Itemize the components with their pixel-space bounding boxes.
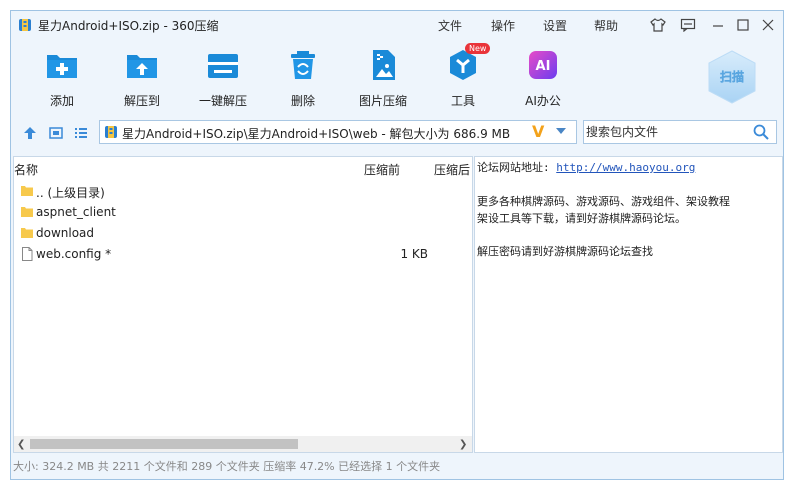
search-icon[interactable]	[753, 124, 769, 140]
status-bar: 大小: 324.2 MB 共 2211 个文件和 289 个文件夹 压缩率 47…	[13, 460, 441, 473]
up-level-button[interactable]	[22, 125, 38, 141]
file-list-pane: 名称 压缩前 压缩后 .. (上级目录) aspnet_client downl…	[13, 156, 473, 453]
search-input[interactable]	[586, 123, 746, 141]
scroll-left-icon[interactable]: ❮	[17, 439, 25, 450]
folder-icon	[21, 207, 33, 217]
image-compress-label: 图片压缩	[358, 94, 407, 108]
row-name: .. (上级目录)	[36, 186, 105, 200]
row-name: download	[36, 226, 95, 240]
table-row[interactable]: aspnet_client	[14, 202, 472, 223]
new-badge: New	[465, 43, 491, 54]
menu-file[interactable]: 文件	[438, 17, 462, 34]
close-button[interactable]	[759, 16, 777, 34]
extract-to-button[interactable]: 解压到	[110, 47, 174, 109]
add-button[interactable]: 添加	[30, 47, 94, 109]
thumbnail-view-icon	[49, 127, 63, 139]
message-icon	[680, 18, 696, 32]
image-compress-button[interactable]: 图片压缩	[351, 47, 415, 109]
folder-icon	[21, 186, 33, 196]
scan-shield-icon: 扫描	[708, 50, 756, 104]
title-bar: 星力Android+ISO.zip - 360压缩 文件 操作 设置 帮助	[11, 11, 783, 39]
address-path: 星力Android+ISO.zip\星力Android+ISO\web - 解包…	[122, 127, 511, 141]
shirt-icon	[650, 18, 666, 32]
horizontal-scrollbar[interactable]: ❮ ❯	[14, 436, 472, 452]
scan-label: 扫描	[720, 69, 744, 84]
forum-address-line: 论坛网站地址: http://www.haoyou.org	[477, 159, 695, 175]
delete-label: 删除	[290, 94, 315, 108]
menu-help[interactable]: 帮助	[594, 17, 618, 34]
table-row[interactable]: web.config * 1 KB	[14, 244, 472, 265]
tools-button[interactable]: New 工具	[431, 43, 495, 109]
column-compressed-size[interactable]: 压缩后	[434, 161, 470, 178]
archive-icon	[105, 126, 117, 138]
comment-line: 架设工具等下载，请到好游棋牌源码论坛。	[477, 212, 686, 225]
scan-button[interactable]: 扫描	[706, 49, 758, 105]
list-view-button[interactable]	[73, 125, 89, 141]
list-view-icon	[75, 128, 87, 138]
one-click-extract-button[interactable]: 一键解压	[191, 47, 255, 109]
feedback-button[interactable]	[679, 16, 697, 34]
ai-office-button[interactable]: AI AI办公	[511, 47, 575, 109]
row-size: 1 KB	[400, 247, 428, 261]
maximize-button[interactable]	[734, 16, 752, 34]
minimize-icon	[713, 25, 723, 27]
delete-button[interactable]: 删除	[271, 47, 335, 109]
column-name[interactable]: 名称	[14, 161, 38, 178]
file-icon	[22, 247, 33, 261]
one-click-extract-icon	[208, 54, 238, 78]
comment-pane: 论坛网站地址: http://www.haoyou.org 更多各种棋牌源码、游…	[474, 156, 783, 453]
ai-icon-text: AI	[536, 59, 551, 74]
extract-to-icon	[127, 55, 157, 78]
close-icon	[762, 19, 774, 31]
comment-line: 更多各种棋牌源码、游戏源码、游戏组件、架设教程	[477, 195, 730, 208]
menu-operation[interactable]: 操作	[491, 17, 515, 34]
table-row[interactable]: download	[14, 223, 472, 244]
ai-office-label: AI办公	[525, 94, 561, 108]
comment-line: 解压密码请到好游棋牌源码论坛查找	[477, 245, 653, 258]
window-title: 星力Android+ISO.zip - 360压缩	[38, 19, 219, 33]
delete-icon	[291, 51, 315, 79]
extract-to-label: 解压到	[123, 94, 160, 108]
table-row[interactable]: .. (上级目录)	[14, 181, 472, 202]
column-original-size[interactable]: 压缩前	[364, 161, 400, 178]
forum-link[interactable]: http://www.haoyou.org	[556, 161, 695, 174]
tools-label: 工具	[450, 94, 475, 108]
ai-office-icon: AI	[529, 51, 557, 79]
address-dropdown-icon[interactable]	[556, 128, 566, 134]
app-window: 星力Android+ISO.zip - 360压缩 文件 操作 设置 帮助 添加…	[10, 10, 784, 480]
thumbnail-view-button[interactable]	[48, 125, 64, 141]
image-compress-icon	[373, 50, 395, 80]
search-box	[583, 120, 777, 144]
add-label: 添加	[49, 94, 74, 108]
address-bar[interactable]: 星力Android+ISO.zip\星力Android+ISO\web - 解包…	[99, 120, 577, 144]
vip-v-icon[interactable]: V	[532, 122, 544, 141]
menu-settings[interactable]: 设置	[543, 17, 567, 34]
minimize-button[interactable]	[709, 16, 727, 34]
add-icon	[47, 55, 77, 78]
arrow-up-icon	[24, 127, 36, 139]
row-name: web.config *	[36, 247, 112, 261]
maximize-icon	[737, 19, 749, 31]
forum-address-label: 论坛网站地址:	[477, 161, 550, 174]
scrollbar-thumb[interactable]	[30, 439, 298, 449]
skin-shirt-button[interactable]	[649, 16, 667, 34]
scroll-right-icon[interactable]: ❯	[459, 439, 467, 450]
row-name: aspnet_client	[36, 205, 116, 219]
one-click-extract-label: 一键解压	[198, 94, 247, 108]
archive-app-icon	[19, 19, 31, 31]
folder-icon	[21, 228, 33, 238]
